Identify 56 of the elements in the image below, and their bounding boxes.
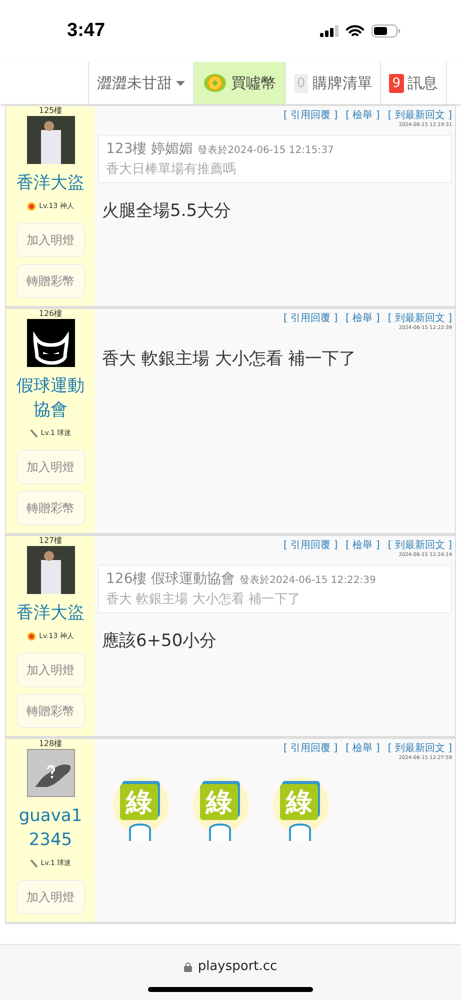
lock-icon (184, 962, 192, 972)
quote-header: 123樓 婷媚媚 發表於2024-06-15 12:15:37 (106, 140, 335, 158)
post-action-link[interactable]: [ 到最新回文 ] (388, 538, 452, 552)
count-badge: 9 (389, 74, 404, 92)
post-text: 香大 軟銀主場 大小怎看 補一下了 (102, 348, 358, 370)
user-action-button[interactable]: 加入明燈 (16, 653, 84, 687)
sun-icon (27, 632, 36, 640)
sticker-drawing: 綠 (192, 775, 250, 841)
post-action-link[interactable]: [ 引用回覆 ] (283, 108, 338, 122)
user-action-button[interactable]: 加入明燈 (16, 880, 84, 914)
caret-icon (176, 80, 185, 86)
username[interactable]: 假球運動協會 (14, 374, 86, 422)
photo-placeholder (26, 116, 74, 164)
post-action-link[interactable]: [ 檢舉 ] (346, 538, 380, 552)
quote-text: 香大 軟銀主場 大小怎看 補一下了 (106, 591, 302, 608)
buy-coin-link[interactable]: 買噓幣 (194, 62, 286, 104)
username[interactable]: guava12345 (14, 804, 86, 852)
post-action-link[interactable]: [ 引用回覆 ] (283, 741, 338, 755)
pencil-icon (30, 858, 38, 868)
user-action-button[interactable]: 轉贈彩幣 (16, 694, 84, 728)
post-text: 火腿全場5.5大分 (102, 200, 232, 222)
post-action-link[interactable]: [ 引用回覆 ] (283, 538, 338, 552)
user-action-button[interactable]: 加入明燈 (16, 450, 84, 484)
post-action-link[interactable]: [ 檢舉 ] (346, 108, 380, 122)
url-text[interactable]: playsport.cc (198, 959, 278, 974)
sticker-drawing: 綠 (112, 775, 170, 841)
post-action-link[interactable]: [ 引用回覆 ] (283, 311, 338, 325)
post-action-link[interactable]: [ 到最新回文 ] (388, 311, 452, 325)
coin-icon (203, 73, 227, 93)
post-text: 應該6+50小分 (102, 630, 218, 652)
username[interactable]: 香洋大盜 (16, 601, 84, 625)
floor-number: 125樓 (38, 106, 62, 116)
user-action-button[interactable]: 加入明燈 (16, 223, 84, 257)
unknown-avatar-icon (26, 749, 74, 797)
photo-placeholder (26, 546, 74, 594)
sticker-drawing: 綠 (272, 775, 330, 841)
post-action-link[interactable]: [ 到最新回文 ] (388, 741, 452, 755)
pencil-icon (30, 428, 38, 438)
post-action-link[interactable]: [ 檢舉 ] (346, 741, 380, 755)
post-action-link[interactable]: [ 到最新回文 ] (388, 108, 452, 122)
status-time: 3:47 (67, 20, 106, 42)
floor-number: 128樓 (38, 739, 62, 749)
user-action-button[interactable]: 轉贈彩幣 (16, 264, 84, 298)
signal-icon (320, 25, 339, 37)
floor-number: 126樓 (38, 309, 62, 319)
quote-text: 香大日棒單場有推薦嗎 (106, 161, 237, 178)
devil-avatar-icon (26, 319, 74, 367)
post-action-link[interactable]: [ 檢舉 ] (346, 311, 380, 325)
username[interactable]: 香洋大盜 (16, 171, 84, 195)
sun-icon (27, 202, 36, 210)
nav-link[interactable]: 9 訊息 (381, 62, 447, 104)
wifi-icon (346, 24, 364, 38)
quote-header: 126樓 假球運動協會 發表於2024-06-15 12:22:39 (106, 570, 377, 588)
battery-icon (371, 24, 401, 38)
floor-number: 127樓 (38, 536, 62, 546)
user-action-button[interactable]: 轉贈彩幣 (16, 491, 84, 525)
